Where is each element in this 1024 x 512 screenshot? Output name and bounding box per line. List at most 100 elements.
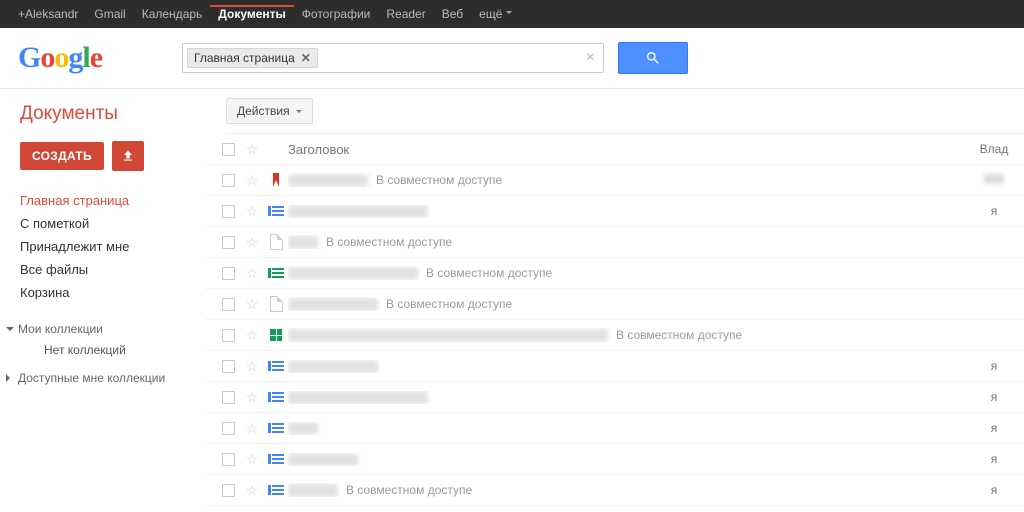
doc-title-redacted — [288, 422, 318, 435]
shared-label: В совместном доступе — [346, 483, 472, 497]
topnav-item[interactable]: Gmail — [86, 7, 133, 21]
owner-cell: я — [974, 421, 1014, 435]
select-all-checkbox[interactable] — [216, 143, 240, 156]
content: Действия ☆ Заголовок Влад ☆ В совместном дос… — [206, 89, 1024, 506]
row-checkbox[interactable] — [216, 422, 240, 435]
row-checkbox[interactable] — [216, 236, 240, 249]
table-row[interactable]: ☆я — [206, 196, 1024, 227]
document-icon — [268, 206, 284, 216]
row-checkbox[interactable] — [216, 329, 240, 342]
topnav-item[interactable]: Веб — [434, 7, 471, 21]
doc-title-redacted — [288, 453, 358, 466]
table-row[interactable]: ☆ В совместном доступе — [206, 258, 1024, 289]
upload-icon — [121, 149, 135, 163]
chip-remove-icon[interactable]: ✕ — [301, 51, 311, 65]
document-icon — [268, 454, 284, 464]
star-icon[interactable]: ☆ — [240, 203, 264, 220]
sidebar-item[interactable]: Все файлы — [20, 258, 206, 281]
search-input[interactable] — [322, 51, 578, 66]
collection-icon — [270, 329, 282, 341]
table-row[interactable]: ☆ В совместном доступе — [206, 227, 1024, 258]
search-wrap: Главная страница ✕ × — [182, 42, 688, 74]
top-nav: +AleksandrGmailКалендарьДокументыФотогра… — [0, 0, 1024, 28]
doc-title-redacted — [288, 298, 378, 311]
my-collections-label: Мои коллекции — [18, 322, 103, 336]
search-icon — [645, 50, 661, 66]
doc-title-redacted — [288, 360, 378, 373]
table-row[interactable]: ☆ В совместном доступе — [206, 289, 1024, 320]
table-row[interactable]: ☆ В совместном доступе я — [206, 475, 1024, 506]
star-icon[interactable]: ☆ — [240, 358, 264, 375]
table-row[interactable]: ☆я — [206, 444, 1024, 475]
owner-cell: я — [974, 452, 1014, 466]
owner-cell: я — [974, 204, 1014, 218]
document-icon — [268, 423, 284, 433]
row-checkbox[interactable] — [216, 360, 240, 373]
search-chip[interactable]: Главная страница ✕ — [187, 48, 318, 68]
doc-title-redacted — [288, 391, 428, 404]
star-icon[interactable]: ☆ — [240, 451, 264, 468]
document-icon — [268, 361, 284, 371]
main: Документы СОЗДАТЬ Главная страницаС поме… — [0, 89, 1024, 506]
search-box[interactable]: Главная страница ✕ × — [182, 43, 604, 73]
create-button[interactable]: СОЗДАТЬ — [20, 142, 104, 170]
star-icon[interactable]: ☆ — [240, 234, 264, 251]
search-clear-icon[interactable]: × — [578, 49, 603, 67]
topnav-more[interactable]: ещё — [471, 7, 520, 21]
table-row[interactable]: ☆ В совместном доступе — [206, 320, 1024, 351]
doc-title-redacted — [288, 484, 338, 497]
sidebar-item[interactable]: Главная страница — [20, 189, 206, 212]
sidebar-item[interactable]: С пометкой — [20, 212, 206, 235]
row-checkbox[interactable] — [216, 174, 240, 187]
table-row[interactable]: ☆я — [206, 413, 1024, 444]
chevron-right-icon — [6, 374, 14, 382]
row-checkbox[interactable] — [216, 484, 240, 497]
topnav-item[interactable]: Фотографии — [294, 7, 379, 21]
user-link[interactable]: +Aleksandr — [10, 7, 86, 21]
row-checkbox[interactable] — [216, 391, 240, 404]
table-row[interactable]: ☆ В совместном доступе — [206, 165, 1024, 196]
title-header[interactable]: Заголовок — [288, 142, 349, 157]
shared-collections-toggle[interactable]: Доступные мне коллекции — [6, 367, 206, 389]
row-checkbox[interactable] — [216, 453, 240, 466]
star-icon[interactable]: ☆ — [240, 389, 264, 406]
table-row[interactable]: ☆я — [206, 351, 1024, 382]
doc-title-redacted — [288, 174, 368, 187]
my-collections-toggle[interactable]: Мои коллекции — [6, 318, 206, 340]
shared-label: В совместном доступе — [426, 266, 552, 280]
star-icon[interactable]: ☆ — [240, 296, 264, 313]
star-icon[interactable]: ☆ — [240, 482, 264, 499]
star-icon[interactable]: ☆ — [240, 420, 264, 437]
google-logo[interactable]: Google — [18, 41, 102, 75]
star-icon[interactable]: ☆ — [240, 172, 264, 189]
star-icon[interactable]: ☆ — [240, 265, 264, 282]
search-button[interactable] — [618, 42, 688, 74]
toolbar: Действия — [226, 89, 1024, 134]
row-checkbox[interactable] — [216, 267, 240, 280]
shared-label: В совместном доступе — [616, 328, 742, 342]
row-checkbox[interactable] — [216, 298, 240, 311]
owner-header[interactable]: Влад — [974, 142, 1014, 156]
shared-label: В совместном доступе — [376, 173, 502, 187]
shared-collections-label: Доступные мне коллекции — [18, 371, 165, 385]
owner-cell: я — [974, 483, 1014, 497]
pdf-icon — [269, 173, 283, 187]
topnav-item[interactable]: Документы — [210, 5, 293, 21]
sidebar-item[interactable]: Принадлежит мне — [20, 235, 206, 258]
table-row[interactable]: ☆я — [206, 382, 1024, 413]
doc-title-redacted — [288, 267, 418, 280]
upload-button[interactable] — [112, 141, 144, 171]
owner-cell — [974, 173, 1014, 187]
star-icon[interactable]: ☆ — [240, 327, 264, 344]
topnav-item[interactable]: Reader — [378, 7, 433, 21]
star-header-icon: ☆ — [240, 141, 264, 158]
row-checkbox[interactable] — [216, 205, 240, 218]
shared-label: В совместном доступе — [386, 297, 512, 311]
sidebar-item[interactable]: Корзина — [20, 281, 206, 304]
shared-label: В совместном доступе — [326, 235, 452, 249]
topnav-item[interactable]: Календарь — [134, 7, 211, 21]
doc-title-redacted — [288, 205, 428, 218]
actions-button[interactable]: Действия — [226, 98, 313, 124]
sidebar: Документы СОЗДАТЬ Главная страницаС поме… — [0, 89, 206, 506]
doc-title-redacted — [288, 329, 608, 342]
